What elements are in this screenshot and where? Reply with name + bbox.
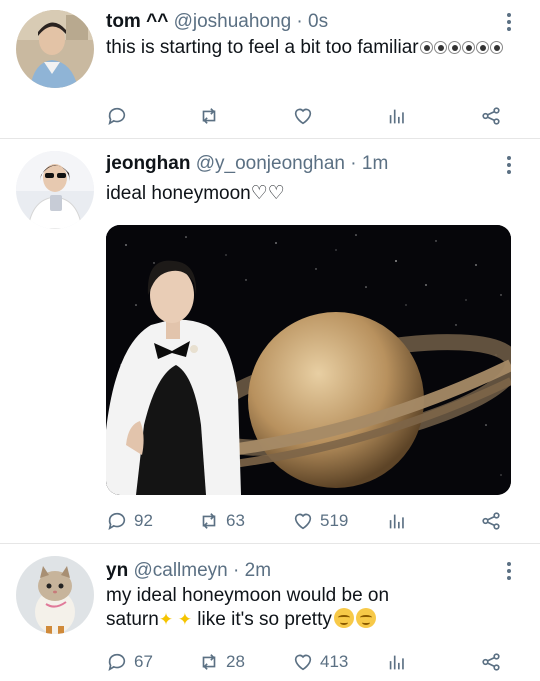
username[interactable]: @y_oonjeonghan xyxy=(196,153,345,174)
retweet-count: 28 xyxy=(226,652,245,671)
reply-icon xyxy=(108,107,126,126)
share-button[interactable] xyxy=(480,103,502,129)
separator-dot: · xyxy=(233,560,240,581)
retweet-icon xyxy=(202,654,216,670)
avatar[interactable] xyxy=(16,556,94,634)
heart-icon xyxy=(294,654,312,671)
analytics-icon xyxy=(389,109,404,124)
timestamp[interactable]: 0s xyxy=(308,11,328,32)
tweet-text-line: my ideal honeymoon would be on xyxy=(106,585,390,606)
heart-icon xyxy=(294,513,312,530)
display-name[interactable]: yn xyxy=(106,560,128,581)
reply-button[interactable]: 67 xyxy=(106,649,153,675)
tweet-1[interactable]: tom ^^ @joshuahong · 0s this is starting… xyxy=(0,0,540,138)
username[interactable]: @joshuahong xyxy=(174,11,292,32)
avatar[interactable] xyxy=(16,10,94,88)
analytics-icon xyxy=(389,655,404,670)
retweet-count: 63 xyxy=(226,511,245,530)
retweet-icon xyxy=(202,108,216,124)
retweet-button[interactable]: 63 xyxy=(198,508,245,534)
reply-icon xyxy=(108,512,126,531)
display-name[interactable]: tom ^^ xyxy=(106,11,168,32)
tweet-header: jeonghan @y_oonjeonghan · 1m xyxy=(106,152,388,176)
like-button[interactable]: 519 xyxy=(292,508,348,534)
like-count: 519 xyxy=(320,511,349,530)
reply-button[interactable] xyxy=(106,103,134,129)
tweet-text-content: ideal honeymoon♡♡ xyxy=(106,183,285,204)
analytics-button[interactable] xyxy=(386,508,408,534)
timestamp[interactable]: 1m xyxy=(362,153,388,174)
tweet-text-line: saturn✦ ✦ like it's so pretty xyxy=(106,608,516,632)
tweet-actions: 67 28 413 xyxy=(106,649,506,675)
tweet-actions xyxy=(106,103,506,129)
username[interactable]: @callmeyn xyxy=(133,560,227,581)
reply-button[interactable]: 92 xyxy=(106,508,153,534)
tweet-text: my ideal honeymoon would be on saturn✦ ✦… xyxy=(106,584,516,632)
retweet-button[interactable]: 28 xyxy=(198,649,245,675)
tweet-text-saturn: saturn xyxy=(106,609,159,630)
share-icon xyxy=(482,107,500,125)
more-options-icon[interactable] xyxy=(506,562,512,583)
like-count: 413 xyxy=(320,652,349,671)
heart-icon xyxy=(294,108,312,125)
tweet-text-rest: like it's so pretty xyxy=(192,609,332,630)
tweet-text-content: this is starting to feel a bit too famil… xyxy=(106,37,419,58)
tweet-2[interactable]: jeonghan @y_oonjeonghan · 1m ideal honey… xyxy=(0,139,540,543)
tweet-text: ideal honeymoon♡♡ xyxy=(106,182,516,206)
avatar[interactable] xyxy=(16,151,94,229)
share-icon xyxy=(482,512,500,530)
analytics-button[interactable] xyxy=(386,103,408,129)
like-button[interactable]: 413 xyxy=(292,649,348,675)
tweet-actions: 92 63 519 xyxy=(106,508,506,534)
retweet-button[interactable] xyxy=(198,103,226,129)
reply-count: 67 xyxy=(134,652,153,671)
share-button[interactable] xyxy=(480,649,502,675)
separator-dot: · xyxy=(350,153,357,174)
eyes-emoji-icon xyxy=(419,37,503,58)
tweet-header: tom ^^ @joshuahong · 0s xyxy=(106,10,328,34)
share-icon xyxy=(482,653,500,671)
tweet-3[interactable]: yn @callmeyn · 2m my ideal honeymoon wou… xyxy=(0,544,540,681)
separator-dot: · xyxy=(296,11,303,32)
timestamp[interactable]: 2m xyxy=(245,560,271,581)
share-button[interactable] xyxy=(480,508,502,534)
reply-icon xyxy=(108,653,126,672)
more-options-icon[interactable] xyxy=(506,13,512,34)
retweet-icon xyxy=(202,513,216,529)
tweet-text: this is starting to feel a bit too famil… xyxy=(106,36,516,60)
analytics-icon xyxy=(389,514,404,529)
more-options-icon[interactable] xyxy=(506,156,512,177)
reply-count: 92 xyxy=(134,511,153,530)
analytics-button[interactable] xyxy=(386,649,408,675)
tweet-header: yn @callmeyn · 2m xyxy=(106,559,271,583)
display-name[interactable]: jeonghan xyxy=(106,153,190,174)
tweet-media-image[interactable] xyxy=(106,225,511,495)
relieved-face-emoji-icon xyxy=(355,608,376,628)
relieved-face-emoji-icon xyxy=(333,608,354,628)
like-button[interactable] xyxy=(292,103,320,129)
sparkles-emoji-icon: ✦ ✦ xyxy=(158,610,193,629)
